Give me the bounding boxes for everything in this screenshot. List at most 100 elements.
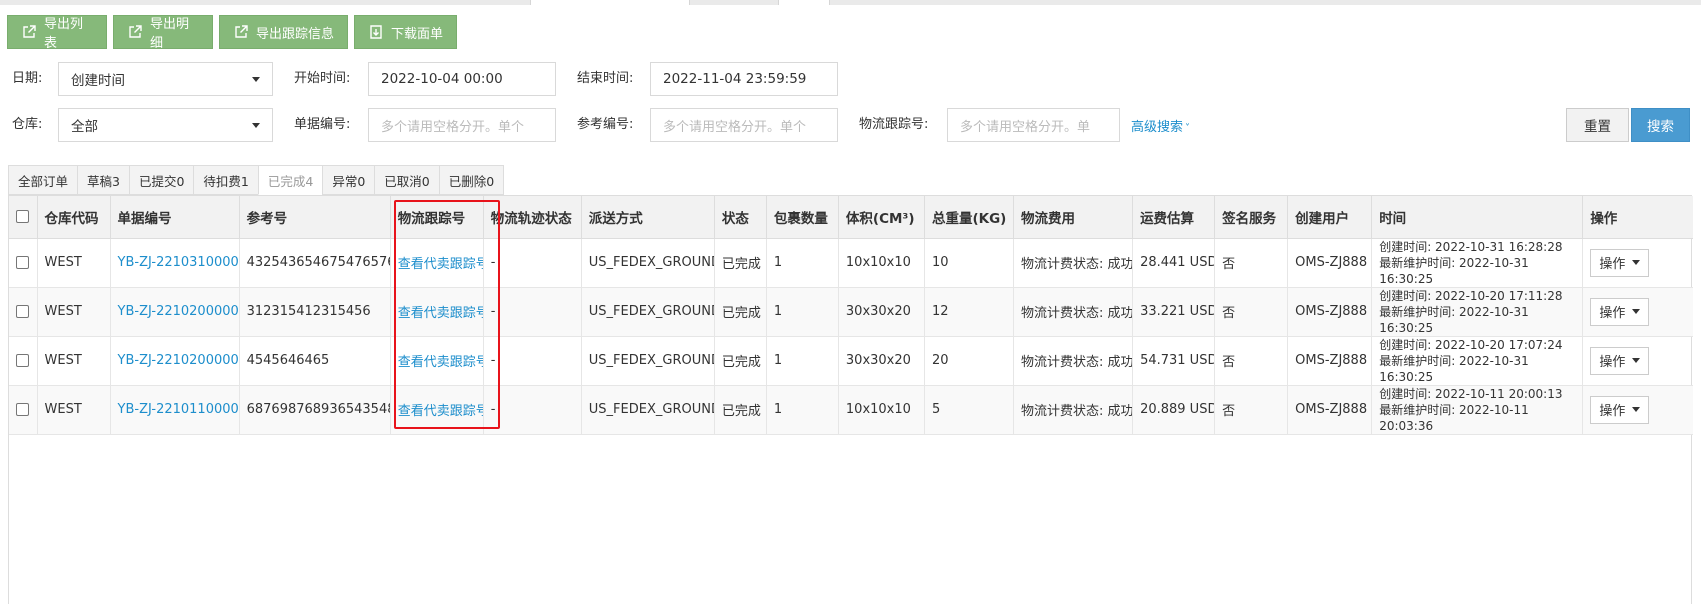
select-all-checkbox[interactable] <box>16 210 29 224</box>
tab-all-orders[interactable]: 全部订单 <box>8 165 78 195</box>
order-no-cell: YB-ZJ-22101100002 <box>110 385 240 435</box>
column-header: 状态 <box>714 196 767 239</box>
order-no-link[interactable]: YB-ZJ-22102000001 <box>118 353 239 368</box>
delivery-method-cell: US_FEDEX_GROUND <box>581 238 715 288</box>
volume-cell: 10x10x10 <box>838 385 925 435</box>
tracking-no-label: 物流跟踪号: <box>859 117 929 132</box>
table-row: WEST YB-ZJ-22103100001 4325436546754765765… <box>9 238 1693 288</box>
time-cell: 创建时间: 2022-10-11 20:00:13 最新维护时间: 2022-10… <box>1371 385 1584 435</box>
export-detail-button[interactable]: 导出明细 <box>113 15 213 51</box>
start-time-input[interactable]: 2022-10-04 00:00 <box>368 62 556 96</box>
column-header: 物流跟踪号 <box>390 196 484 239</box>
weight-cell: 12 <box>924 287 1015 337</box>
row-select-cell <box>9 336 38 386</box>
updated-time: 最新维护时间: 2022-10-31 16:30:25 <box>1379 255 1529 286</box>
tracking-no-input[interactable]: 多个请用空格分开。单 <box>947 108 1120 142</box>
volume-cell: 30x30x20 <box>845 304 911 319</box>
column-header: 创建用户 <box>1287 196 1373 239</box>
end-time-label: 结束时间: <box>577 71 634 86</box>
view-tracking-link[interactable]: 查看代卖跟踪号 <box>398 355 483 370</box>
chevron-down-icon <box>1632 309 1641 314</box>
ref-no-cell: 312315412315456 <box>246 304 371 319</box>
reset-button[interactable]: 重置 <box>1566 108 1629 142</box>
package-count-cell: 1 <box>766 287 839 337</box>
time-info: 创建时间: 2022-10-20 17:07:24 最新维护时间: 2022-10… <box>1379 337 1575 385</box>
order-no-label: 单据编号: <box>294 117 351 132</box>
column-header: 仓库代码 <box>37 196 111 239</box>
track-status-cell: - <box>490 402 496 417</box>
status-cell: 已完成 <box>721 257 761 272</box>
ref-no-cell: 4325436546754765765 <box>246 255 391 270</box>
warehouse-code-cell: WEST <box>44 304 82 319</box>
logistics-fee-cell: 物流计费状态: 成功 <box>1021 257 1133 272</box>
export-tracking-label: 导出跟踪信息 <box>256 26 335 42</box>
ref-no-input[interactable]: 多个请用空格分开。单个 <box>650 108 838 142</box>
signature-service-cell: 否 <box>1214 287 1289 337</box>
warehouse-code-cell: WEST <box>37 336 111 386</box>
action-cell: 操作 <box>1582 287 1693 337</box>
tab-draft[interactable]: 草稿3 <box>77 165 129 195</box>
action-dropdown-button[interactable]: 操作 <box>1590 248 1650 277</box>
freight-estimate-cell: 20.889 USD <box>1132 385 1216 435</box>
action-dropdown-button[interactable]: 操作 <box>1590 346 1650 375</box>
chevron-down-icon: ˅ <box>1185 123 1191 134</box>
warehouse-select[interactable]: 全部 <box>58 108 273 142</box>
created-user-cell: OMS-ZJ888 <box>1295 402 1368 417</box>
created-user-cell: OMS-ZJ888 <box>1287 336 1373 386</box>
view-tracking-link[interactable]: 查看代卖跟踪号 <box>398 257 483 272</box>
delivery-method-cell: US_FEDEX_GROUND <box>581 287 715 337</box>
view-tracking-link[interactable]: 查看代卖跟踪号 <box>398 306 483 321</box>
row-checkbox[interactable] <box>16 403 29 416</box>
row-checkbox[interactable] <box>16 305 29 318</box>
status-cell: 已完成 <box>714 336 767 386</box>
created-user-cell: OMS-ZJ888 <box>1287 287 1373 337</box>
row-checkbox[interactable] <box>16 256 29 269</box>
export-list-button[interactable]: 导出列表 <box>7 15 107 51</box>
date-type-select[interactable]: 创建时间 <box>58 62 273 96</box>
table-row: WEST YB-ZJ-22102000001 4545646465 查看代卖跟踪号 - U… <box>9 336 1693 386</box>
order-no-link[interactable]: YB-ZJ-22102000002 <box>118 304 239 319</box>
tab-deleted[interactable]: 已删除0 <box>438 165 505 195</box>
search-button[interactable]: 搜索 <box>1631 108 1690 142</box>
delivery-method-cell: US_FEDEX_GROUND <box>581 385 715 435</box>
start-time-label: 开始时间: <box>294 71 351 86</box>
row-checkbox[interactable] <box>16 354 29 367</box>
orders-table: 仓库代码 单据编号 参考号 物流跟踪号 物流轨迹状态 派送方式 状态 包裹数量 … <box>8 195 1693 604</box>
order-no-input[interactable]: 多个请用空格分开。单个 <box>368 108 556 142</box>
column-header: 操作 <box>1582 196 1693 239</box>
updated-time: 最新维护时间: 2022-10-31 16:30:25 <box>1379 353 1529 384</box>
order-status-tabs: 全部订单 草稿3 已提交0 待扣费1 已完成4 异常0 已取消0 已删除0 <box>8 165 505 195</box>
tab-label: 已提交0 <box>138 173 185 189</box>
warehouse-code-cell: WEST <box>37 385 111 435</box>
track-status-cell: - <box>483 238 582 288</box>
action-dropdown-button[interactable]: 操作 <box>1590 395 1650 424</box>
column-header: 物流轨迹状态 <box>483 196 582 239</box>
tab-exception[interactable]: 异常0 <box>322 165 375 195</box>
tab-submitted[interactable]: 已提交0 <box>128 165 194 195</box>
weight-cell: 10 <box>924 238 1015 288</box>
row-select-cell <box>9 238 38 288</box>
delivery-method-cell: US_FEDEX_GROUND <box>588 304 715 319</box>
row-select-cell <box>9 287 38 337</box>
order-no-link[interactable]: YB-ZJ-22103100001 <box>118 255 239 270</box>
order-no-link[interactable]: YB-ZJ-22101100002 <box>118 402 239 417</box>
advanced-search-label: 高级搜索 <box>1131 120 1184 135</box>
logistics-fee-cell: 物流计费状态: 成功 <box>1013 287 1134 337</box>
status-cell: 已完成 <box>721 404 761 419</box>
end-time-input[interactable]: 2022-11-04 23:59:59 <box>650 62 838 96</box>
view-tracking-link[interactable]: 查看代卖跟踪号 <box>398 404 483 419</box>
action-dropdown-button[interactable]: 操作 <box>1590 297 1650 326</box>
freight-estimate-cell: 54.731 USD <box>1140 353 1215 368</box>
tab-cancelled[interactable]: 已取消0 <box>374 165 439 195</box>
tab-pending-charge[interactable]: 待扣费1 <box>193 165 258 195</box>
advanced-search-link[interactable]: 高级搜索 ˅ <box>1131 116 1190 135</box>
download-label-button[interactable]: 下载面单 <box>354 15 457 49</box>
tab-completed[interactable]: 已完成4 <box>257 165 323 195</box>
export-tracking-button[interactable]: 导出跟踪信息 <box>219 15 348 49</box>
chevron-down-icon <box>1632 260 1641 265</box>
volume-cell: 30x30x20 <box>838 287 925 337</box>
warehouse-code-cell: WEST <box>44 255 82 270</box>
logistics-fee-cell: 物流计费状态: 成功 <box>1013 238 1134 288</box>
time-cell: 创建时间: 2022-10-31 16:28:28 最新维护时间: 2022-10… <box>1371 238 1584 288</box>
logistics-fee-cell: 物流计费状态: 成功 <box>1021 355 1133 370</box>
